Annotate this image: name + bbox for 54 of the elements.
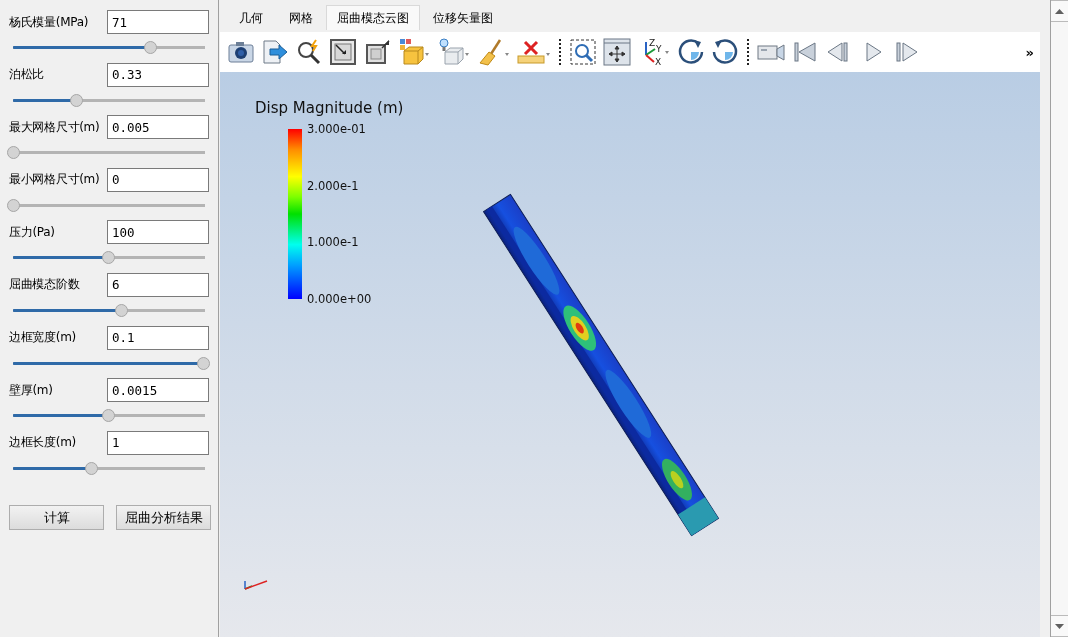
parameter-label: 边框长度(m) <box>9 434 76 452</box>
zoom-box-icon[interactable] <box>568 37 598 67</box>
input-field[interactable]: 0.33 <box>107 62 209 87</box>
toolbar-separator <box>747 39 749 65</box>
axes-triad-icon <box>244 580 268 590</box>
rotate-clockwise-icon[interactable] <box>676 37 706 67</box>
results-button[interactable]: 屈曲分析结果 <box>116 505 211 531</box>
input-field[interactable]: 6 <box>107 272 209 297</box>
tab[interactable]: 位移矢量图 <box>420 5 506 30</box>
slider-thumb[interactable] <box>143 41 157 54</box>
light-bulb-cube-icon[interactable] <box>436 37 472 67</box>
broom-icon[interactable] <box>476 37 512 67</box>
input-field[interactable]: 1 <box>107 430 209 455</box>
slider-thumb[interactable] <box>102 251 115 265</box>
legend-tick-label: 1.000e-1 <box>307 236 359 249</box>
parameter-label: 壁厚(m) <box>9 381 53 399</box>
parameter-label: 边框宽度(m) <box>9 329 76 347</box>
input-field[interactable]: 0.1 <box>107 325 209 350</box>
down-arrow-icon <box>1055 623 1064 629</box>
zoom-in-box-icon[interactable] <box>328 37 358 67</box>
calculate-button[interactable]: 计算 <box>9 505 104 531</box>
input-field[interactable]: 0.005 <box>107 115 209 140</box>
input-field[interactable]: 0 <box>107 167 209 192</box>
slider-thumb[interactable] <box>197 356 210 370</box>
input-field[interactable]: 100 <box>107 220 209 245</box>
legend-tick-label: 2.000e-1 <box>307 179 359 192</box>
parameter-label: 屈曲模态阶数 <box>9 276 80 294</box>
rotate-counterclockwise-icon[interactable] <box>710 37 740 67</box>
tab[interactable]: 几何 <box>226 5 276 30</box>
slider-thumb[interactable] <box>84 461 98 475</box>
legend-tick-label: 3.000e-01 <box>307 123 366 135</box>
slider-thumb[interactable] <box>7 146 20 160</box>
slider-thumb[interactable] <box>102 409 115 423</box>
fit-view-icon[interactable] <box>602 37 632 67</box>
overflow-button[interactable]: » <box>1025 44 1034 60</box>
input-field[interactable]: 71 <box>107 10 209 34</box>
slider-thumb[interactable] <box>69 93 83 107</box>
export-icon[interactable] <box>260 37 290 67</box>
scroll-down-button[interactable] <box>1051 615 1068 637</box>
up-arrow-icon <box>1055 8 1064 14</box>
parameter-label: 杨氏模量(MPa) <box>9 13 89 31</box>
legend-title: Disp Magnitude (m) <box>255 99 404 117</box>
input-field[interactable]: 0.0015 <box>107 378 209 403</box>
tab[interactable]: 网格 <box>276 5 326 30</box>
toolbar-separator <box>559 39 561 65</box>
tab[interactable]: 屈曲模态云图 <box>326 5 420 30</box>
scroll-up-button[interactable] <box>1051 0 1068 22</box>
slider-thumb[interactable] <box>7 198 20 212</box>
parameter-label: 压力(Pa) <box>9 223 55 241</box>
slider-thumb[interactable] <box>115 303 129 317</box>
parameter-label: 泊松比 <box>9 66 45 84</box>
parameter-label: 最小网格尺寸(m) <box>9 171 100 189</box>
legend-tick-label: 0.000e+00 <box>307 293 372 305</box>
parameter-label: 最大网格尺寸(m) <box>9 118 100 136</box>
